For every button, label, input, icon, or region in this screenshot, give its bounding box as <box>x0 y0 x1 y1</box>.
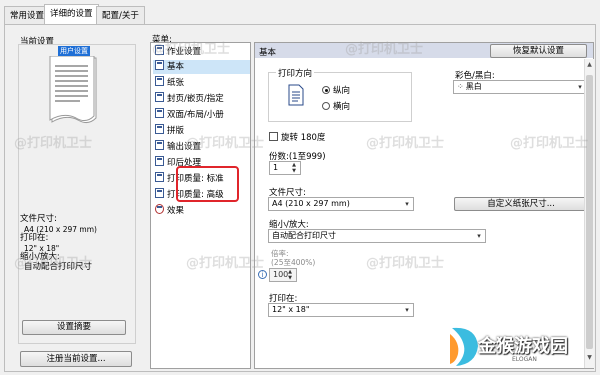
zoom-select[interactable]: 自动配合打印尺寸 ▾ <box>268 229 486 243</box>
page-icon <box>155 172 164 182</box>
spin-arrows-icon: ▲ ▼ <box>288 269 292 281</box>
radio-button[interactable] <box>322 102 330 110</box>
menu-item-basic[interactable]: 基本 <box>153 60 250 74</box>
logo-text: 金猴游戏园 <box>478 336 568 357</box>
zoom-info-value: 自动配合打印尺寸 <box>24 261 93 272</box>
tab-config-about[interactable]: 配置/关于 <box>96 6 145 24</box>
menu-item-imposition[interactable]: 拼版 <box>153 124 250 138</box>
highlight-box <box>176 166 239 202</box>
menu-tree: 作业设置 基本 纸张 封页/嵌页/指定 双面/布局/小册 拼版 输出设置 印后处… <box>150 42 251 369</box>
orientation-portrait-option[interactable]: 纵向 <box>322 84 350 96</box>
page-icon <box>155 140 164 150</box>
page-preview: 用户设置 <box>40 46 108 128</box>
menu-item-output-settings[interactable]: 输出设置 <box>153 140 250 154</box>
settings-summary-button[interactable]: 设置摘要 <box>22 320 126 335</box>
custom-paper-size-button[interactable]: 自定义纸张尺寸... <box>454 197 588 211</box>
scrollbar-thumb[interactable] <box>586 75 593 349</box>
register-settings-button[interactable]: 注册当前设置... <box>20 351 132 367</box>
chevron-down-icon: ▾ <box>405 306 409 314</box>
print-on-select[interactable]: 12" x 18" ▾ <box>268 303 414 317</box>
chevron-down-icon: ▾ <box>578 83 582 91</box>
rotate-180-checkbox[interactable]: 旋转 180度 <box>269 131 325 143</box>
ratio-input: 100 ▲ ▼ <box>269 268 297 282</box>
ratio-range: (25至400%) <box>271 258 316 267</box>
orientation-label: 打印方向 <box>276 67 315 79</box>
print-on-info-label: 打印在: <box>20 233 49 243</box>
menu-item-paper[interactable]: 纸张 <box>153 76 250 90</box>
info-icon: i <box>258 270 267 279</box>
logo-subtext: ELOGAN <box>512 356 537 363</box>
restore-defaults-button[interactable]: 恢复默认设置 <box>490 44 587 58</box>
menu-item-effects[interactable]: 效果 <box>153 204 250 218</box>
copies-input[interactable]: 1 ▲ ▼ <box>269 161 301 175</box>
page-icon <box>155 124 164 134</box>
menu-item-job-settings[interactable]: 作业设置 <box>153 45 250 59</box>
logo-mark-icon <box>450 327 478 366</box>
page-icon <box>155 92 164 102</box>
chevron-down-icon: ▾ <box>477 232 481 240</box>
tab-detailed-settings[interactable]: 详细的设置 <box>44 4 99 25</box>
settings-info: 文件尺寸: A4 (210 x 297 mm) 打印在: 12" x 18" 缩… <box>20 214 97 272</box>
page-icon <box>155 108 164 118</box>
paper-size-select[interactable]: A4 (210 x 297 mm) ▾ <box>268 197 414 211</box>
checkbox[interactable] <box>269 132 278 141</box>
scroll-up-icon[interactable]: ▲ <box>586 61 593 73</box>
document-preview-icon <box>49 56 97 124</box>
orientation-landscape-option[interactable]: 横向 <box>322 100 350 112</box>
menu-item-cover-insert[interactable]: 封页/嵌页/指定 <box>153 92 250 106</box>
radio-button[interactable] <box>322 86 330 94</box>
color-mode-select[interactable]: ⁘ 黑白 ▾ <box>453 80 587 94</box>
page-icon <box>155 60 164 70</box>
panel-header-title: 基本 <box>259 48 277 58</box>
page-icon <box>155 188 164 198</box>
spin-arrows-icon: ▲ ▼ <box>292 162 296 174</box>
paper-size-info-label: 文件尺寸: <box>20 214 57 224</box>
menu-item-duplex-layout[interactable]: 双面/布局/小册 <box>153 108 250 122</box>
site-logo: 金猴游戏园 ELOGAN <box>446 322 596 374</box>
page-icon <box>155 45 164 55</box>
effects-icon <box>155 204 164 214</box>
page-icon <box>155 76 164 86</box>
portrait-page-icon <box>288 84 304 106</box>
page-icon <box>155 156 164 166</box>
preview-user-header: 用户设置 <box>58 46 90 56</box>
chevron-down-icon: ▾ <box>405 200 409 208</box>
